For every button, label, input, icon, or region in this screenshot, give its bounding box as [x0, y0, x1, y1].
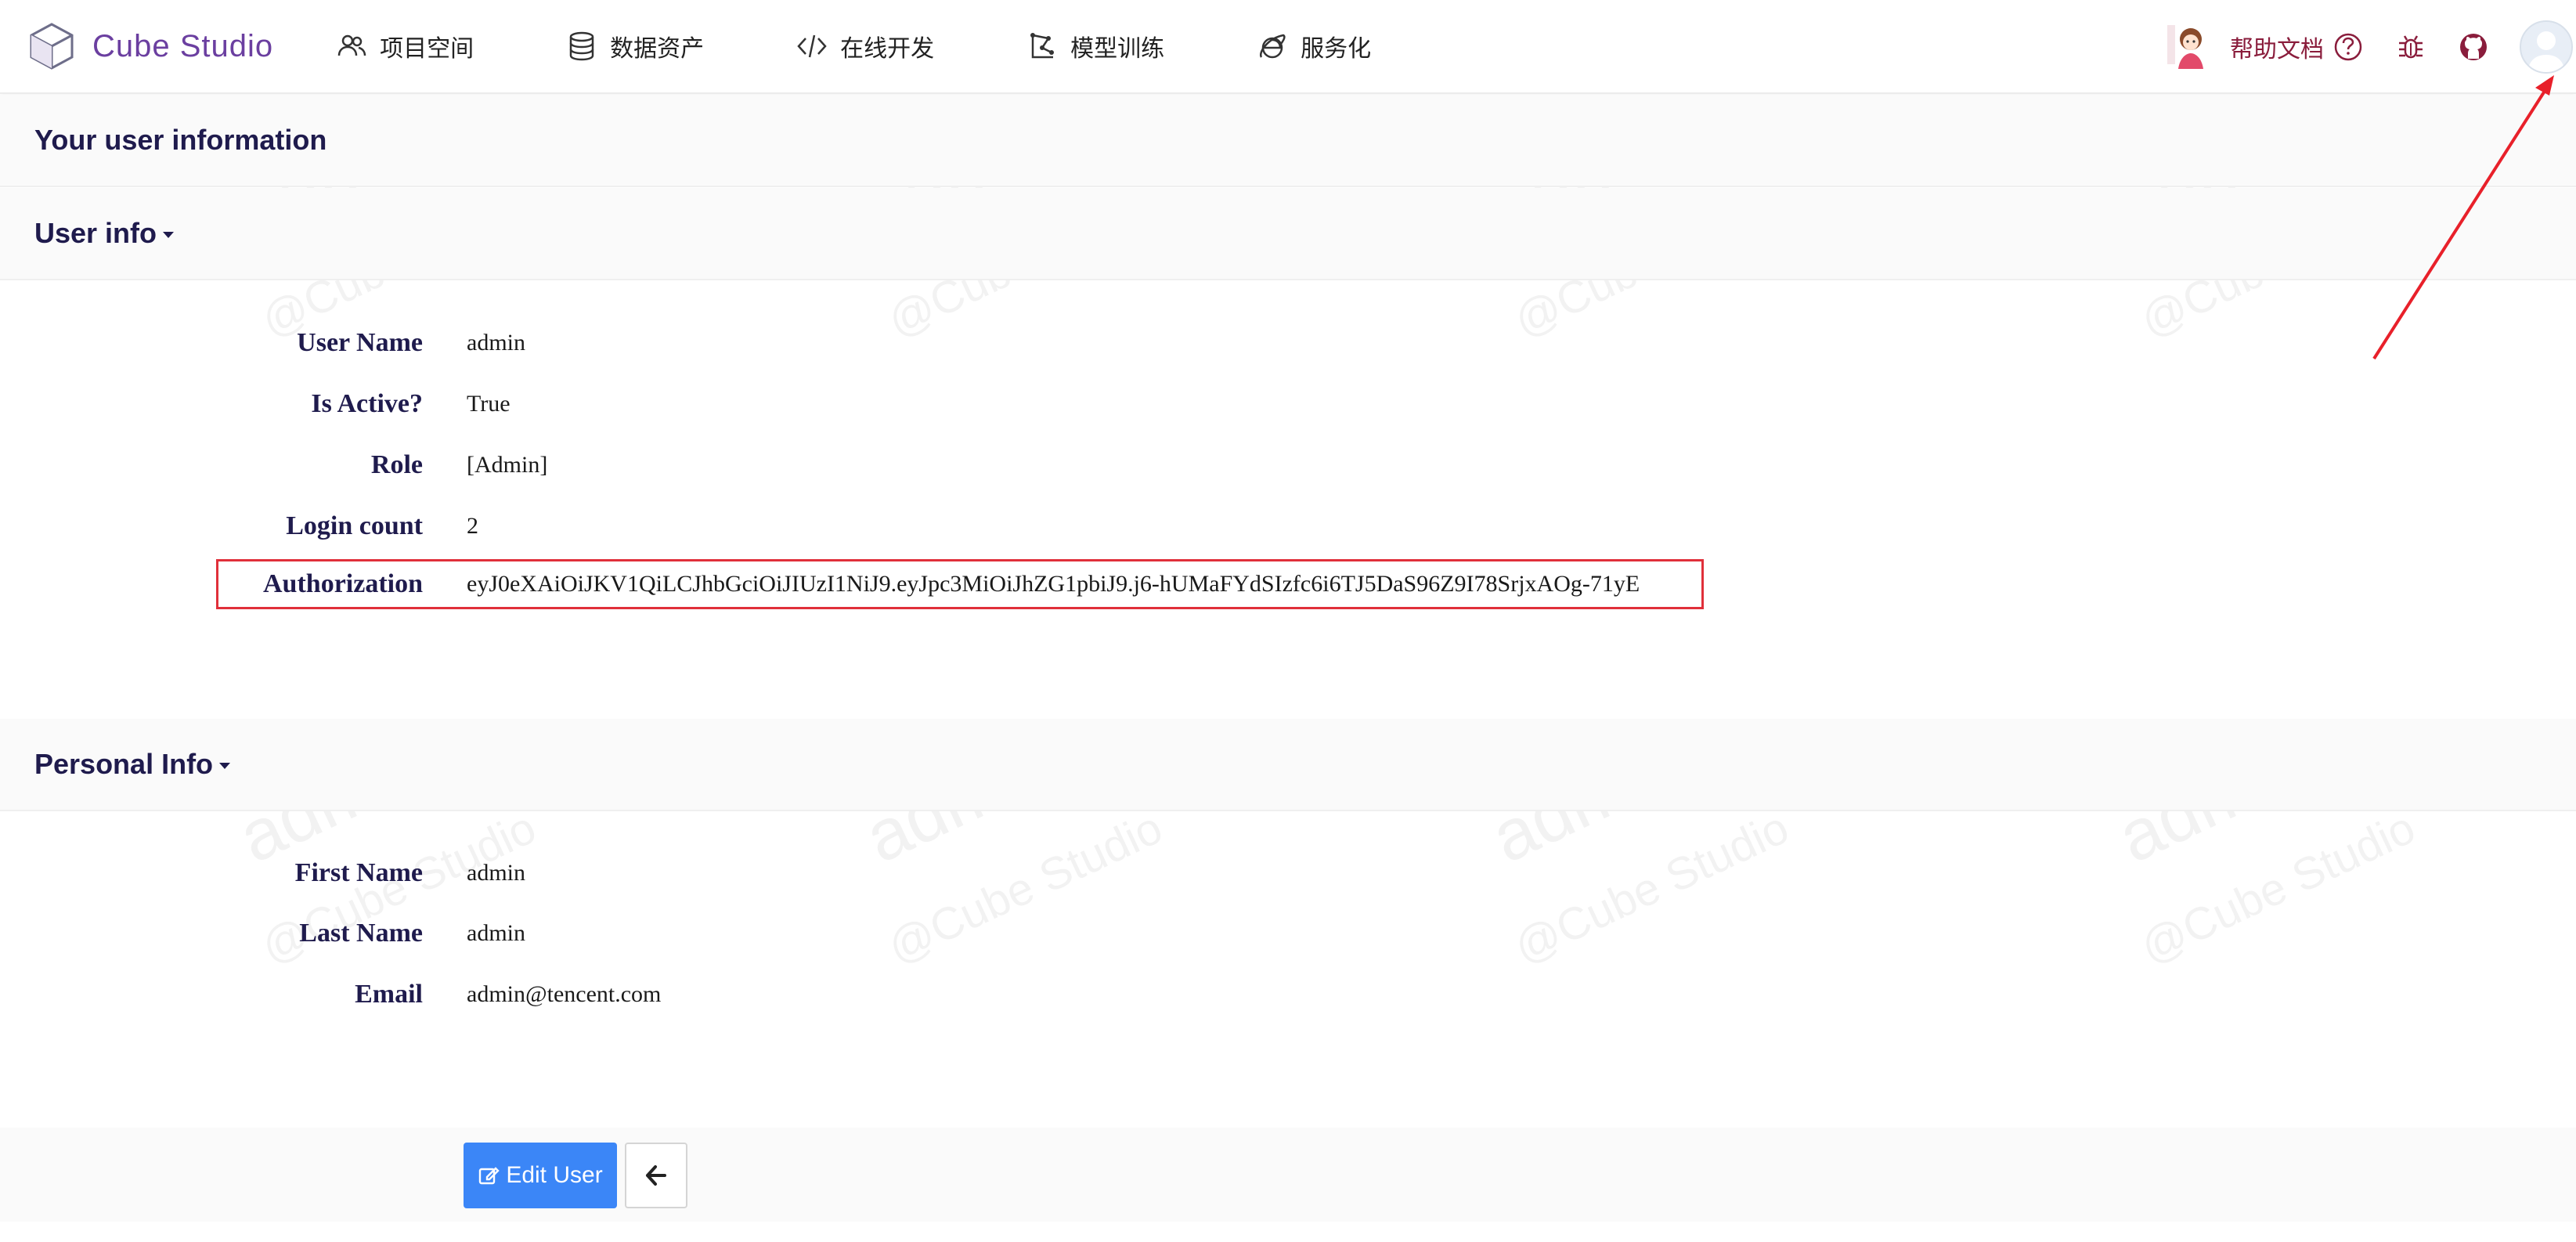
nav-item-model-training[interactable]: 模型训练 [1026, 29, 1164, 63]
field-value: 2 [467, 513, 478, 539]
user-info-section-header[interactable]: User info [0, 188, 2576, 280]
code-icon [797, 34, 827, 58]
detail-row-user-name: User Name admin [0, 316, 2576, 370]
mascot-icon [2167, 25, 2203, 69]
form-actions-bar [0, 1128, 2576, 1222]
field-value: admin [467, 920, 525, 946]
caret-down-icon [163, 232, 175, 239]
brand-name: Cube Studio [92, 28, 274, 63]
field-value: True [467, 391, 511, 417]
section-title-user-info: User info [34, 217, 175, 250]
edit-user-label: Edit User [506, 1162, 603, 1188]
nav-item-label: 项目空间 [380, 36, 474, 62]
help-circle-icon[interactable] [2332, 31, 2365, 63]
detail-row-first-name: First Name admin [0, 846, 2576, 901]
detail-row-is-active: Is Active? True [0, 377, 2576, 431]
field-label: Role [370, 450, 423, 479]
detail-row-email: Email admin@tencent.com [0, 967, 2576, 1022]
page-title-bar: Your user information [0, 95, 2576, 187]
field-value: admin@tencent.com [467, 981, 662, 1007]
personal-info-section-header[interactable]: Personal Info [0, 719, 2576, 811]
detail-row-authorization: Authorization eyJ0eXAiOiJKV1QiLCJhbGciOi… [0, 559, 2576, 609]
nav-item-label: 服务化 [1301, 36, 1372, 62]
field-value: admin [467, 860, 525, 886]
users-icon [337, 34, 366, 56]
nav-item-project-space[interactable]: 项目空间 [336, 29, 474, 63]
bug-icon[interactable] [2394, 31, 2427, 63]
nav-item-label: 在线开发 [840, 36, 935, 62]
help-docs-link[interactable]: 帮助文档 [2230, 30, 2324, 64]
brand-link[interactable]: Cube Studio [28, 21, 273, 71]
field-value: [Admin] [467, 452, 548, 478]
cube-logo-icon [30, 23, 74, 70]
page-title: Your user information [34, 124, 327, 156]
field-label: Authorization [263, 569, 423, 598]
model-icon [1030, 33, 1055, 59]
nav-item-online-dev[interactable]: 在线开发 [796, 29, 934, 63]
section-title-personal-info: Personal Info [34, 748, 231, 781]
field-label: First Name [294, 858, 423, 887]
back-button[interactable] [625, 1143, 687, 1208]
avatar-placeholder-icon [2527, 31, 2565, 72]
field-label: Is Active? [311, 389, 423, 418]
user-avatar[interactable] [2520, 20, 2573, 74]
caret-down-icon [219, 763, 231, 770]
header-tools: 帮助文档 [2164, 0, 2576, 94]
authorization-token: eyJ0eXAiOiJKV1QiLCJhbGciOiJIUzI1NiJ9.eyJ… [467, 571, 1640, 597]
detail-row-last-name: Last Name admin [0, 906, 2576, 961]
database-icon [569, 31, 594, 61]
nav-item-serving[interactable]: 服务化 [1257, 29, 1371, 63]
nav-item-label: 模型训练 [1070, 36, 1165, 62]
field-label: User Name [297, 328, 423, 357]
field-label: Email [355, 980, 423, 1009]
detail-row-login-count: Login count 2 [0, 499, 2576, 554]
field-label: Last Name [299, 919, 423, 948]
internet-explorer-icon [1260, 34, 1286, 59]
edit-icon [479, 1167, 500, 1185]
nav-item-label: 数据资产 [610, 36, 705, 62]
arrow-left-icon [646, 1165, 666, 1186]
edit-user-button[interactable]: Edit User [464, 1143, 617, 1208]
nav-item-data-assets[interactable]: 数据资产 [566, 29, 704, 63]
top-navbar: Cube Studio 项目空间 数据资产 在线开发 模型训练 服务化 帮助文档 [0, 0, 2576, 94]
github-icon[interactable] [2457, 31, 2490, 63]
field-value: admin [467, 330, 525, 356]
detail-row-role: Role [Admin] [0, 438, 2576, 493]
main-nav: 项目空间 数据资产 在线开发 模型训练 服务化 [336, 29, 1463, 63]
field-label: Login count [286, 511, 423, 540]
